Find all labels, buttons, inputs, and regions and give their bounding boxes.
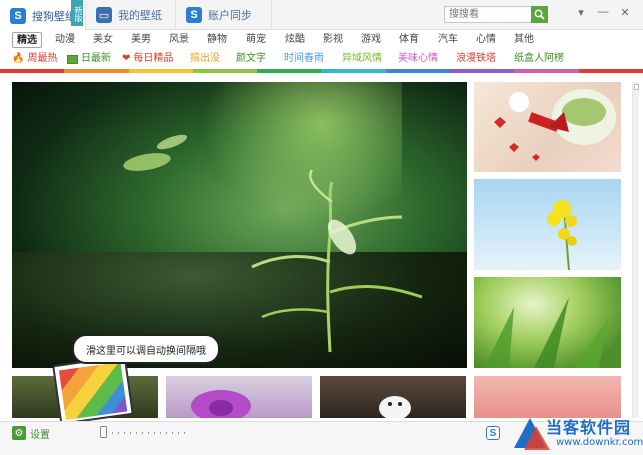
category-item[interactable]: 心情	[473, 32, 499, 48]
subcategory-item[interactable]: 搞出没	[190, 52, 220, 66]
settings-label: 设置	[30, 429, 50, 441]
sogou-logo-icon: S	[10, 7, 26, 24]
rainbow-stripes	[58, 361, 128, 421]
sprout-illustration	[123, 134, 423, 353]
subcategory-item[interactable]: 纸盒人阿楞	[514, 52, 564, 66]
interval-slider[interactable]	[100, 426, 186, 438]
sogou-s-icon[interactable]: S	[486, 426, 500, 440]
category-item[interactable]: 萌宠	[243, 32, 269, 48]
tab-label: 我的壁纸	[118, 10, 162, 22]
chevron-down-icon: ▾	[578, 6, 584, 19]
subcategory-label: 周最热	[27, 53, 58, 64]
category-item[interactable]: 动漫	[52, 32, 78, 48]
yellow-flower-illustration	[547, 200, 577, 270]
settings-button[interactable]: ⚙ 设置	[12, 425, 50, 441]
category-item[interactable]: 游戏	[358, 32, 384, 48]
wallpaper-thumbnail-featured[interactable]	[12, 82, 467, 368]
top-bar: S 搜狗壁纸 新版 ▭ 我的壁纸 S 账户同步 ▾ — ✕	[0, 0, 643, 31]
tab-account-sync[interactable]: S 账户同步	[176, 0, 272, 30]
tab-my-wallpaper[interactable]: ▭ 我的壁纸	[86, 0, 176, 30]
subcategory-item[interactable]: ❤ 每日精品	[122, 52, 173, 66]
subcategory-item[interactable]: 颜文字	[236, 52, 266, 66]
monitor-icon: ▭	[96, 7, 112, 23]
subcategory-item[interactable]: 异域风情	[342, 52, 382, 66]
close-button[interactable]: ✕	[618, 5, 632, 19]
search-input[interactable]	[445, 7, 533, 22]
paper-box-mascot	[52, 355, 134, 425]
slider-knob[interactable]	[100, 426, 107, 438]
wallpaper-thumbnail[interactable]	[166, 376, 312, 418]
category-bar: 精选 动漫 美女 美男 风景 静物 萌宠 炫酷 影视 游戏 体育 汽车 心情 其…	[0, 30, 643, 50]
minimize-button[interactable]: —	[596, 5, 610, 19]
category-item[interactable]: 美男	[128, 32, 154, 48]
category-item[interactable]: 影视	[320, 32, 346, 48]
search-icon	[534, 9, 545, 20]
tab-sogou-wallpaper[interactable]: S 搜狗壁纸 新版	[0, 0, 86, 31]
category-item[interactable]: 汽车	[435, 32, 461, 48]
flame-icon: 🔥	[12, 53, 25, 64]
slider-track	[100, 432, 186, 434]
watermark-url: www.downkr.com	[556, 437, 643, 448]
search-button[interactable]	[531, 6, 548, 23]
tab-label: 搜狗壁纸	[32, 10, 76, 23]
gear-icon: ⚙	[12, 426, 26, 440]
subcategory-bar: 🔥 周最热 日最新 ❤ 每日精品 搞出没 颜文字 时间春雨 异域风情 美味心情 …	[0, 50, 643, 68]
category-item[interactable]: 风景	[166, 32, 192, 48]
teacup-illustration	[494, 89, 616, 161]
minimize-icon: —	[597, 6, 609, 18]
category-item[interactable]: 炫酷	[282, 32, 308, 48]
scrollbar[interactable]	[632, 82, 639, 418]
subcategory-item[interactable]: 浪漫铁塔	[456, 52, 496, 66]
subcategory-item[interactable]: 时间春雨	[284, 52, 324, 66]
tooltip-bubble: 滑这里可以调自动换间隔哦	[72, 334, 220, 364]
scrollbar-thumb[interactable]	[634, 84, 639, 90]
new-badge: 新版	[71, 0, 83, 26]
category-item[interactable]: 体育	[396, 32, 422, 48]
wallpaper-thumbnail[interactable]	[320, 376, 466, 418]
subcategory-item[interactable]: 日最新	[67, 52, 111, 66]
category-item[interactable]: 精选	[12, 32, 42, 48]
tab-label: 账户同步	[208, 10, 252, 22]
menu-button[interactable]: ▾	[574, 5, 588, 19]
white-dog-illustration	[379, 396, 411, 418]
close-icon: ✕	[620, 6, 630, 19]
subcategory-item[interactable]: 🔥 周最热	[12, 52, 57, 66]
wallpaper-thumbnail[interactable]	[474, 179, 621, 270]
account-s-icon: S	[186, 7, 202, 23]
category-item[interactable]: 美女	[90, 32, 116, 48]
wallpaper-thumbnail[interactable]	[474, 277, 621, 368]
heart-icon: ❤	[122, 53, 131, 64]
wallpaper-thumbnail[interactable]	[474, 82, 621, 172]
purple-flower-illustration	[191, 390, 251, 418]
subcategory-label: 日最新	[81, 53, 111, 64]
subcategory-item[interactable]: 美味心情	[398, 52, 438, 66]
image-icon	[67, 54, 78, 64]
category-item[interactable]: 其他	[511, 32, 537, 48]
category-item[interactable]: 静物	[204, 32, 230, 48]
watermark-title: 当客软件园	[546, 418, 632, 437]
subcategory-label: 每日精品	[133, 53, 174, 64]
grass-illustration	[484, 297, 609, 368]
